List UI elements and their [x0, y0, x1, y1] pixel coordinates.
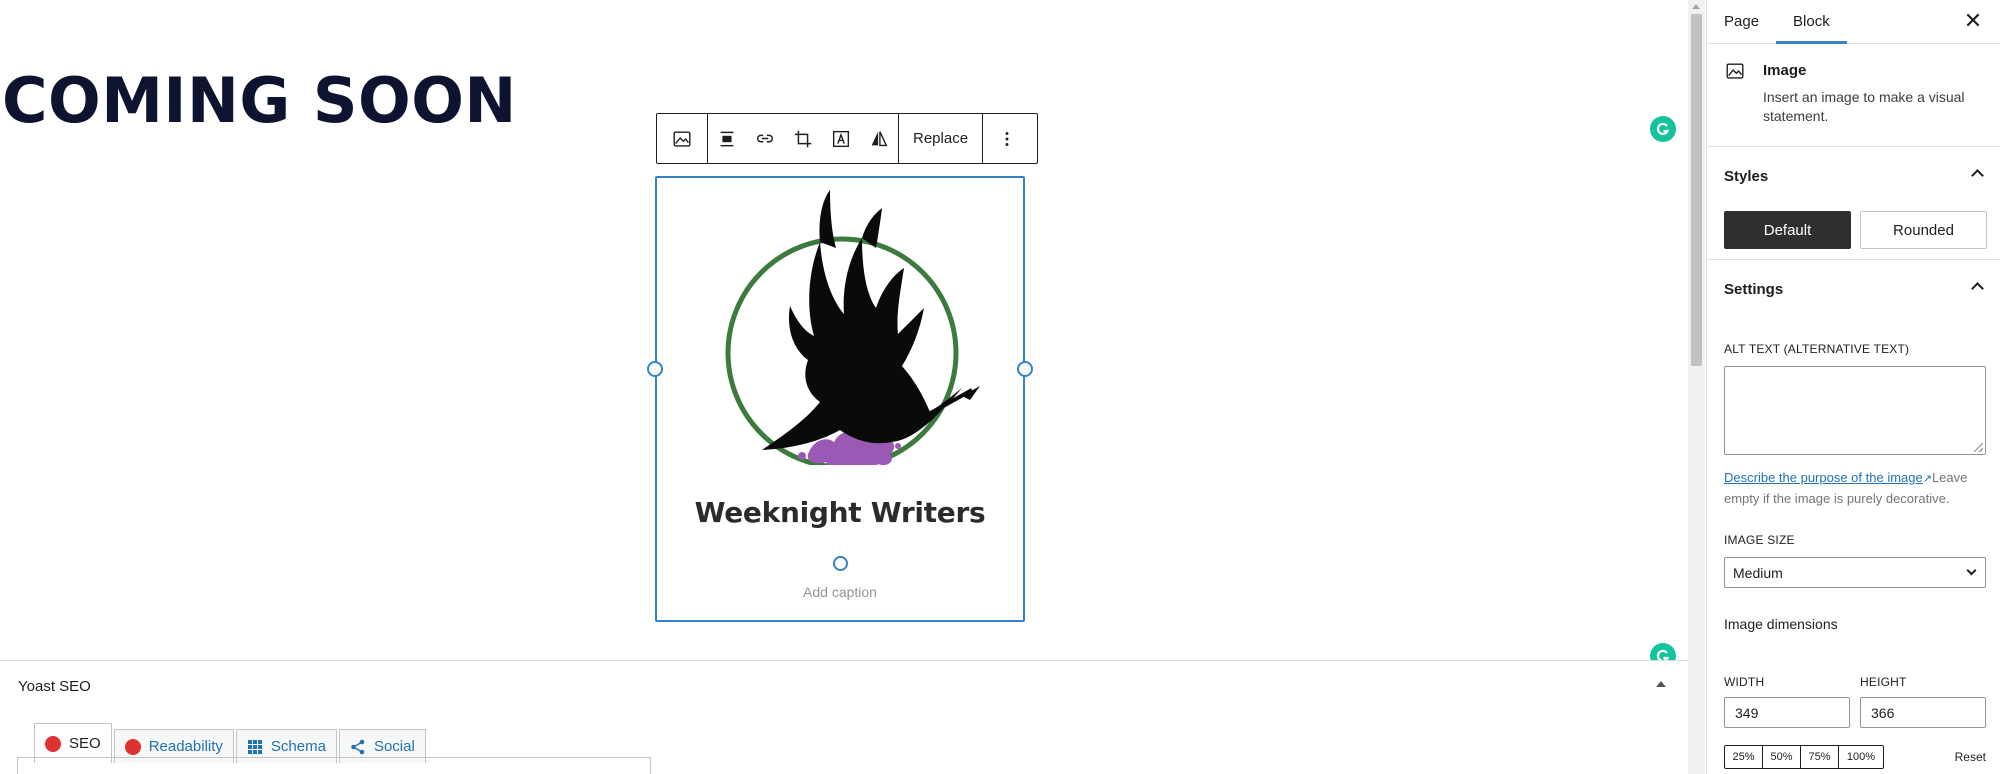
- flip-icon: [871, 130, 888, 146]
- yoast-tab-label: Schema: [270, 738, 326, 755]
- close-icon[interactable]: ✕: [1960, 8, 1986, 34]
- toolbar-group-more: [983, 114, 1031, 163]
- align-icon: [720, 131, 734, 146]
- style-rounded-button[interactable]: Rounded: [1860, 211, 1987, 249]
- red-dot-icon: [124, 738, 141, 755]
- image-size-value: Medium: [1733, 564, 1783, 581]
- tab-page[interactable]: Page: [1707, 0, 1776, 43]
- image-block-type-button[interactable]: [657, 114, 707, 163]
- editor-canvas: COMING SOON Replace Weeknight Writers Ad…: [0, 0, 1688, 660]
- scale-75-button[interactable]: 75%: [1801, 746, 1839, 768]
- chevron-down-icon: [1966, 565, 1977, 576]
- yoast-tab-label: Social: [373, 738, 415, 755]
- resize-handle-left[interactable]: [647, 361, 663, 377]
- link-button[interactable]: [746, 114, 784, 163]
- reset-dimensions-button[interactable]: Reset: [1955, 750, 1986, 764]
- weeknight-writers-logo: [725, 190, 980, 465]
- text-overlay-icon: [832, 130, 850, 147]
- image-size-label: IMAGE SIZE: [1724, 533, 1795, 547]
- sidebar-tabs: Page Block ✕: [1707, 0, 2000, 44]
- chevron-up-icon: [1971, 169, 1984, 182]
- scroll-up-arrow-icon[interactable]: [1692, 4, 1700, 9]
- yoast-panel-title[interactable]: Yoast SEO: [18, 678, 91, 695]
- align-button[interactable]: [708, 114, 746, 163]
- link-icon: [757, 134, 773, 142]
- page-heading[interactable]: COMING SOON: [2, 70, 517, 132]
- scale-50-button[interactable]: 50%: [1763, 746, 1801, 768]
- image-icon: [1726, 63, 1744, 79]
- textarea-resize-grip-icon[interactable]: [1974, 443, 1983, 452]
- image-block[interactable]: Weeknight Writers Add caption: [647, 176, 1033, 622]
- alt-text-label: ALT TEXT (ALTERNATIVE TEXT): [1724, 342, 1910, 356]
- scale-percent-group: 25% 50% 75% 100%: [1724, 745, 1884, 769]
- resize-handle-right[interactable]: [1017, 361, 1033, 377]
- width-input[interactable]: 349: [1724, 697, 1850, 728]
- image-icon: [673, 130, 691, 147]
- more-options-icon: [1005, 131, 1009, 146]
- crop-button[interactable]: [784, 114, 822, 163]
- grammarly-g-icon: [1656, 122, 1670, 136]
- scale-25-button[interactable]: 25%: [1725, 746, 1763, 768]
- styles-panel-toggle[interactable]: Styles: [1707, 147, 2000, 205]
- settings-panel-toggle[interactable]: Settings: [1707, 260, 2000, 318]
- height-label: HEIGHT: [1860, 675, 1907, 689]
- describe-image-link[interactable]: Describe the purpose of the image: [1724, 470, 1923, 485]
- replace-button[interactable]: Replace: [899, 114, 982, 163]
- block-description: Insert an image to make a visual stateme…: [1763, 89, 1965, 124]
- red-dot-icon: [45, 735, 61, 752]
- yoast-seo-panel: Yoast SEO SEO Readability Schema Social: [0, 660, 1688, 774]
- grammarly-icon-bottom[interactable]: [1650, 643, 1676, 660]
- styles-panel: Styles Default Rounded: [1707, 147, 2000, 260]
- canvas-scrollbar[interactable]: [1688, 0, 1705, 774]
- height-input[interactable]: 366: [1860, 697, 1986, 728]
- width-label: WIDTH: [1724, 675, 1765, 689]
- block-card: Image Insert an image to make a visual s…: [1707, 44, 2000, 147]
- text-overlay-button[interactable]: [822, 114, 860, 163]
- alt-text-input[interactable]: [1724, 366, 1986, 455]
- external-link-icon: ↗: [1922, 473, 1932, 485]
- toolbar-group-tools: [708, 114, 899, 163]
- toolbar-group-block-type: [657, 114, 708, 163]
- style-default-button[interactable]: Default: [1724, 211, 1851, 249]
- grid-icon: [247, 739, 262, 754]
- share-icon: [351, 739, 365, 754]
- grammarly-icon[interactable]: [1650, 116, 1676, 142]
- toolbar-group-replace: Replace: [899, 114, 984, 163]
- settings-heading: Settings: [1724, 280, 1784, 298]
- settings-sidebar: Page Block ✕ Image Insert an image to ma…: [1706, 0, 2000, 774]
- logo-text: Weeknight Writers: [694, 496, 986, 529]
- grammarly-g-icon: [1656, 649, 1670, 660]
- style-options: Default Rounded: [1724, 211, 1987, 249]
- scroll-thumb[interactable]: [1691, 14, 1702, 366]
- resize-handle-bottom[interactable]: [833, 556, 848, 571]
- collapse-caret-icon[interactable]: [1656, 681, 1666, 687]
- image-dimensions-heading: Image dimensions: [1724, 616, 1838, 632]
- more-options-button[interactable]: [983, 114, 1031, 163]
- styles-heading: Styles: [1724, 167, 1769, 185]
- yoast-tab-label: Readability: [148, 738, 223, 755]
- yoast-tab-content: [17, 757, 651, 774]
- block-name: Image: [1763, 62, 1807, 79]
- flip-button[interactable]: [860, 114, 898, 163]
- block-toolbar: Replace: [656, 113, 1038, 164]
- chevron-up-icon: [1971, 282, 1984, 295]
- tab-block[interactable]: Block: [1776, 0, 1847, 44]
- alt-text-help: Describe the purpose of the image↗Leave …: [1724, 468, 1986, 508]
- scale-100-button[interactable]: 100%: [1839, 746, 1883, 768]
- crop-icon: [794, 130, 812, 147]
- yoast-tab-label: SEO: [69, 735, 101, 752]
- caption-placeholder[interactable]: Add caption: [657, 584, 1023, 600]
- image-size-select[interactable]: Medium: [1724, 557, 1986, 588]
